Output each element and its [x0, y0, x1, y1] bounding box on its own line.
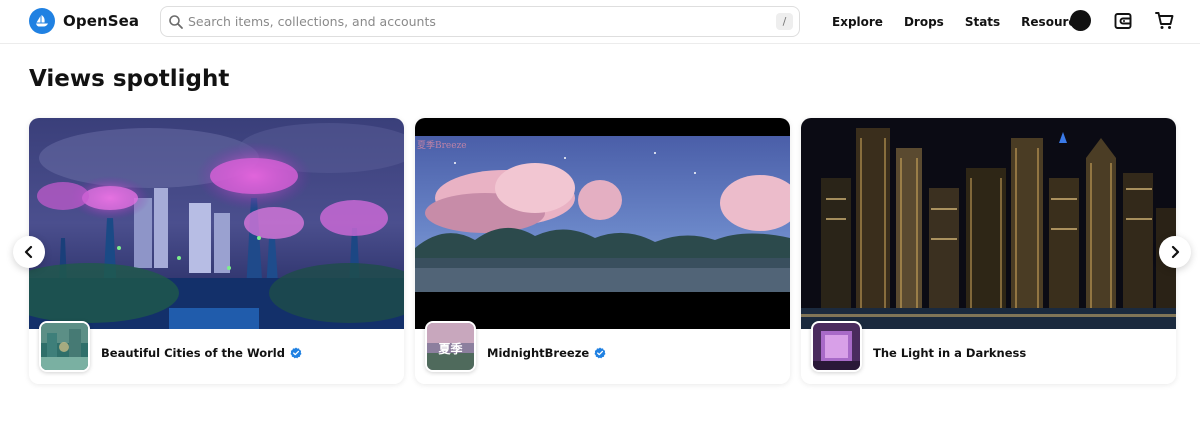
collection-banner-image: [801, 118, 1176, 329]
section-title: Views spotlight: [29, 66, 230, 92]
collection-name: The Light in a Darkness: [873, 346, 1026, 360]
collection-banner-image: [29, 118, 404, 329]
cart-icon[interactable]: [1154, 10, 1175, 31]
search-bar[interactable]: /: [160, 6, 800, 37]
collection-thumbnail: [39, 321, 90, 372]
card-footer: 夏季 MidnightBreeze: [415, 321, 790, 384]
svg-text:夏季Breeze: 夏季Breeze: [417, 139, 467, 151]
collection-card[interactable]: The Light in a Darkness: [801, 118, 1176, 384]
collection-banner-image: 夏季Breeze: [415, 118, 790, 329]
nav-links: Explore Drops Stats Resources: [832, 0, 1091, 44]
search-input[interactable]: [188, 14, 768, 29]
opensea-logo[interactable]: OpenSea: [29, 8, 139, 34]
top-nav: OpenSea / Explore Drops Stats Resources: [0, 0, 1200, 44]
carousel-next-button[interactable]: [1159, 236, 1191, 268]
nav-explore[interactable]: Explore: [832, 15, 883, 29]
chevron-right-icon: [1171, 245, 1180, 259]
collection-card[interactable]: Beautiful Cities of the World: [29, 118, 404, 384]
logo-text: OpenSea: [63, 12, 140, 30]
opensea-logo-icon: [29, 8, 55, 34]
collection-name-text: Beautiful Cities of the World: [101, 346, 285, 360]
collection-card[interactable]: 夏季Breeze 夏季 MidnightBreeze: [415, 118, 790, 384]
spotlight-carousel: Beautiful Cities of the World 夏季Breeze 夏…: [29, 118, 1176, 384]
collection-name-text: MidnightBreeze: [487, 346, 590, 360]
verified-icon: [290, 347, 302, 359]
card-footer: Beautiful Cities of the World: [29, 321, 404, 384]
nav-stats[interactable]: Stats: [965, 15, 1000, 29]
collection-thumbnail: 夏季: [425, 321, 476, 372]
collection-thumbnail: [811, 321, 862, 372]
nav-drops[interactable]: Drops: [904, 15, 944, 29]
collection-name: MidnightBreeze: [487, 346, 606, 360]
carousel-prev-button[interactable]: [13, 236, 45, 268]
collection-name: Beautiful Cities of the World: [101, 346, 302, 360]
search-shortcut-key: /: [776, 13, 793, 30]
collection-name-text: The Light in a Darkness: [873, 346, 1027, 360]
svg-text:夏季: 夏季: [438, 341, 463, 356]
search-icon: [169, 14, 183, 29]
profile-avatar[interactable]: [1070, 10, 1091, 31]
card-footer: The Light in a Darkness: [801, 321, 1176, 384]
chevron-left-icon: [24, 245, 33, 259]
wallet-icon[interactable]: [1113, 11, 1133, 31]
verified-icon: [594, 347, 606, 359]
